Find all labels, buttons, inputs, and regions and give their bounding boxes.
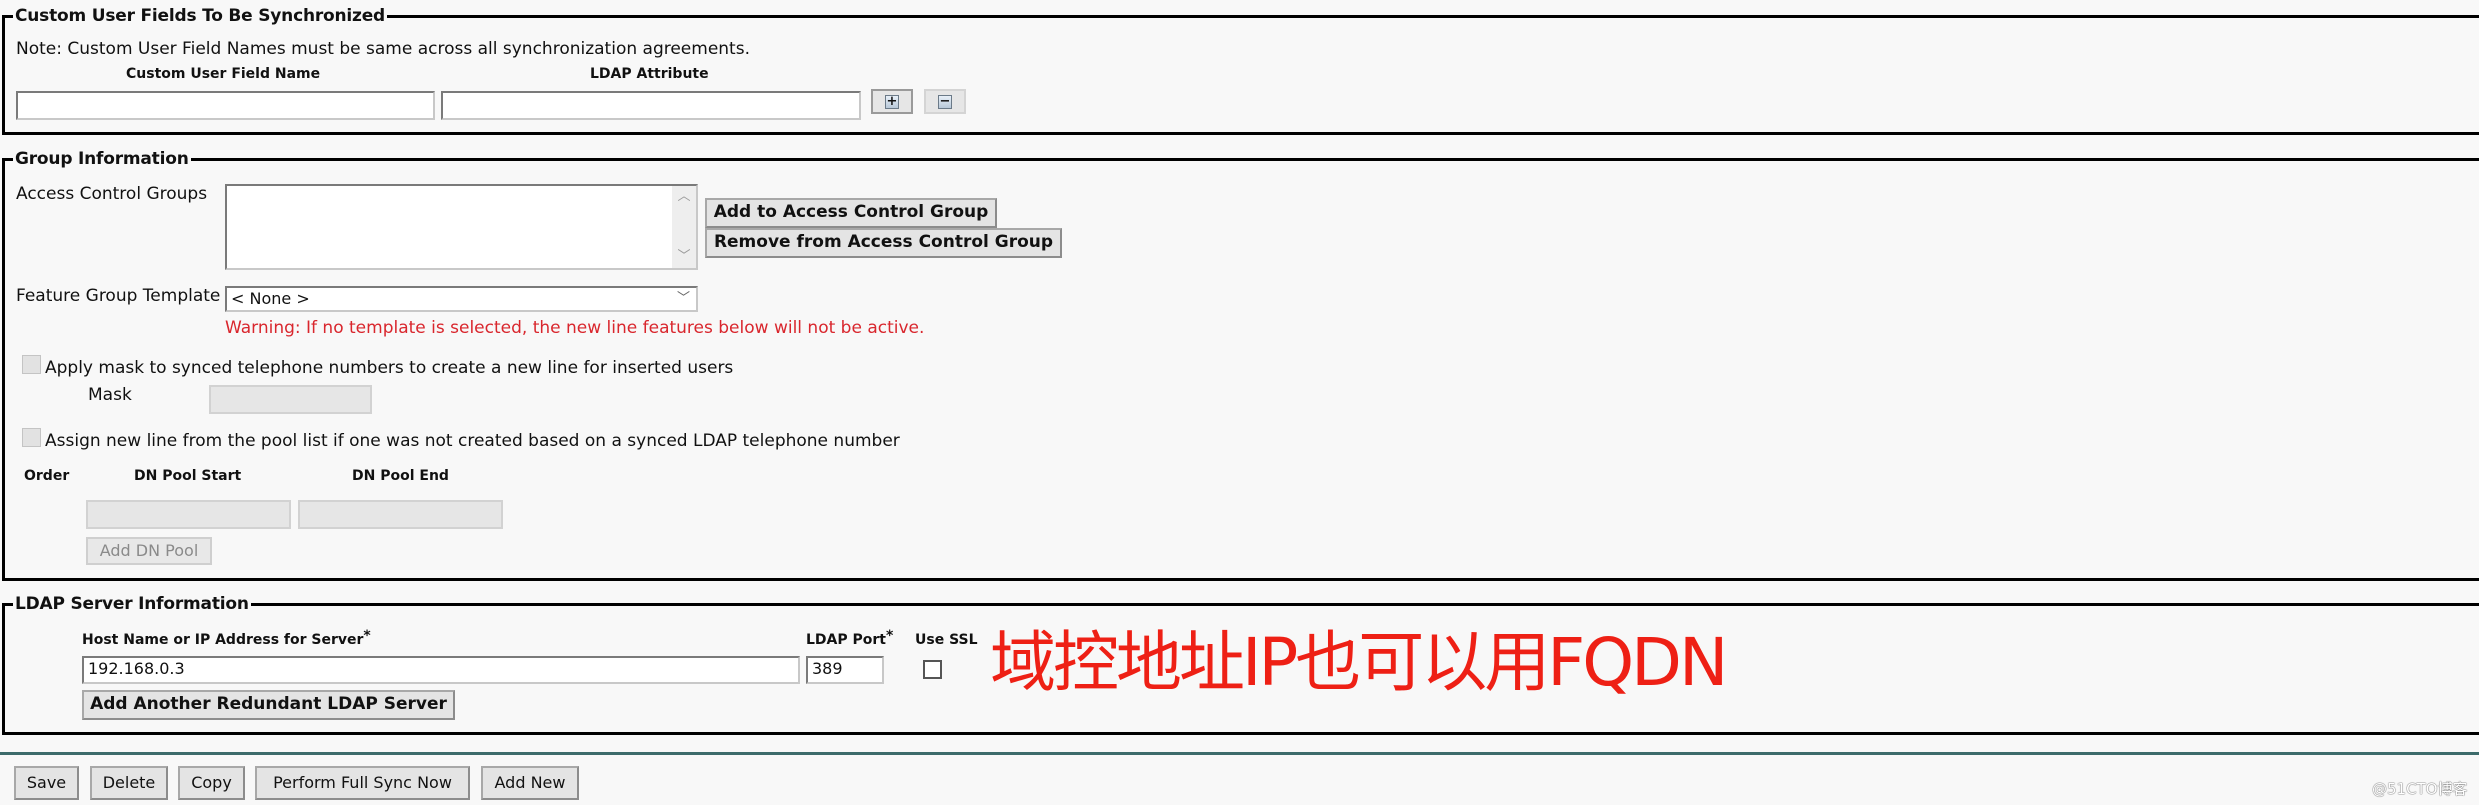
access-control-groups-label: Access Control Groups bbox=[16, 184, 208, 204]
port-label-text: LDAP Port bbox=[806, 632, 886, 648]
pool-order-header: Order bbox=[24, 468, 70, 484]
add-redundant-ldap-server-button[interactable]: Add Another Redundant LDAP Server bbox=[82, 690, 455, 720]
add-field-button[interactable]: + bbox=[871, 89, 913, 114]
pool-start-header: DN Pool Start bbox=[134, 468, 242, 484]
required-marker: * bbox=[363, 628, 371, 644]
listbox-scrollbar[interactable]: ︿ ﹀ bbox=[672, 186, 696, 268]
chevron-down-icon: ﹀ bbox=[676, 291, 690, 306]
mask-input[interactable] bbox=[209, 385, 372, 414]
delete-button[interactable]: Delete bbox=[90, 766, 168, 800]
custom-field-name-header: Custom User Field Name bbox=[126, 66, 321, 82]
copy-button[interactable]: Copy bbox=[178, 766, 245, 800]
minus-icon: − bbox=[938, 93, 952, 109]
plus-icon: + bbox=[885, 93, 899, 109]
required-marker: * bbox=[886, 628, 894, 644]
feature-group-template-value: < None > bbox=[231, 289, 310, 308]
host-label: Host Name or IP Address for Server* bbox=[82, 628, 371, 650]
save-button[interactable]: Save bbox=[14, 766, 79, 800]
section-legend: Group Information bbox=[13, 149, 191, 169]
use-ssl-checkbox[interactable] bbox=[923, 660, 942, 679]
watermark: @51CTO博客 bbox=[2372, 780, 2468, 798]
assign-pool-checkbox[interactable] bbox=[22, 428, 41, 447]
legend-tick bbox=[2, 15, 10, 18]
custom-field-name-input[interactable] bbox=[16, 91, 435, 120]
remove-field-button[interactable]: − bbox=[924, 89, 966, 114]
dn-pool-start-input[interactable] bbox=[86, 500, 291, 529]
dn-pool-end-input[interactable] bbox=[298, 500, 503, 529]
apply-mask-label: Apply mask to synced telephone numbers t… bbox=[45, 358, 734, 378]
ldap-attribute-input[interactable] bbox=[441, 91, 861, 120]
host-input[interactable]: 192.168.0.3 bbox=[82, 656, 800, 684]
annotation-text: 域控地址IP也可以用FQDN bbox=[990, 624, 1728, 701]
host-label-text: Host Name or IP Address for Server bbox=[82, 632, 364, 648]
section-legend: LDAP Server Information bbox=[13, 594, 251, 614]
legend-tick bbox=[2, 603, 10, 606]
legend-tick bbox=[2, 158, 10, 161]
template-warning: Warning: If no template is selected, the… bbox=[225, 318, 925, 338]
apply-mask-checkbox[interactable] bbox=[22, 355, 41, 374]
remove-from-access-control-group-button[interactable]: Remove from Access Control Group bbox=[705, 228, 1062, 258]
add-new-button[interactable]: Add New bbox=[481, 766, 579, 800]
assign-pool-label: Assign new line from the pool list if on… bbox=[45, 431, 900, 451]
mask-label: Mask bbox=[88, 385, 132, 405]
feature-group-template-label: Feature Group Template bbox=[16, 286, 221, 306]
access-control-groups-listbox[interactable]: ︿ ﹀ bbox=[225, 184, 698, 270]
pool-end-header: DN Pool End bbox=[352, 468, 449, 484]
scroll-up-icon[interactable]: ︿ bbox=[672, 186, 696, 208]
action-bar-divider bbox=[0, 752, 2479, 755]
port-input[interactable]: 389 bbox=[806, 656, 884, 684]
use-ssl-label: Use SSL bbox=[915, 632, 978, 648]
feature-group-template-select[interactable]: < None > ﹀ bbox=[225, 286, 698, 312]
perform-full-sync-button[interactable]: Perform Full Sync Now bbox=[255, 766, 470, 800]
port-label: LDAP Port* bbox=[806, 628, 894, 650]
custom-fields-note: Note: Custom User Field Names must be sa… bbox=[16, 39, 750, 59]
add-to-access-control-group-button[interactable]: Add to Access Control Group bbox=[705, 198, 997, 228]
add-dn-pool-button[interactable]: Add DN Pool bbox=[86, 537, 212, 565]
ldap-attribute-header: LDAP Attribute bbox=[590, 66, 709, 82]
scroll-down-icon[interactable]: ﹀ bbox=[672, 246, 696, 268]
section-legend: Custom User Fields To Be Synchronized bbox=[13, 6, 388, 26]
